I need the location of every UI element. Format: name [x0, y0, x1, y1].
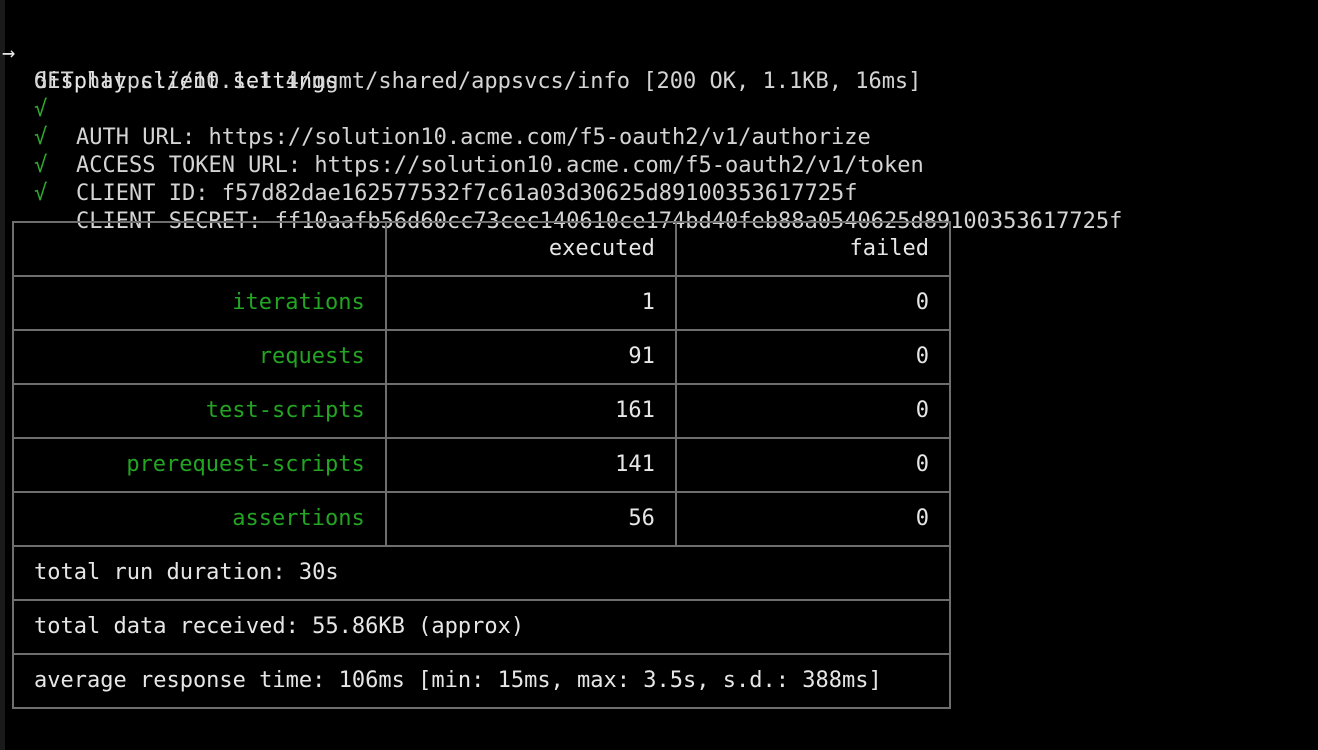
total-run-duration-row: total run duration: 30s: [12, 545, 951, 601]
table-row: test-scripts 161 0: [12, 383, 952, 439]
table-row: iterations 1 0: [12, 275, 952, 331]
row-label: prerequest-scripts: [12, 437, 387, 493]
request-line: GET https://10.1.1.4/mgmt/shared/appsvcs…: [0, 40, 921, 94]
executed-value: 91: [384, 329, 677, 385]
table-header-row: executed failed: [12, 221, 952, 277]
check-client-id: CLIENT ID: f57d82dae162577532f7c61a03d30…: [76, 181, 858, 206]
row-label: test-scripts: [12, 383, 387, 439]
command-line: → display client settings: [0, 12, 339, 94]
table-row: requests 91 0: [12, 329, 952, 385]
row-label: requests: [12, 329, 387, 385]
check-line: √ ACCESS TOKEN URL: https://solution10.a…: [0, 96, 924, 178]
executed-value: 161: [384, 383, 677, 439]
check-line: √ CLIENT SECRET: ff10aafb56d60cc73cec140…: [0, 152, 1122, 234]
failed-value: 0: [674, 491, 952, 547]
executed-value: 56: [384, 491, 677, 547]
average-response-time-row: average response time: 106ms [min: 15ms,…: [12, 653, 951, 709]
total-data-received-row: total data received: 55.86KB (approx): [12, 599, 951, 655]
failed-value: 0: [674, 383, 952, 439]
failed-value: 0: [674, 437, 952, 493]
total-run-duration: total run duration: 30s: [12, 545, 951, 601]
run-summary-table: executed failed iterations 1 0 requests …: [12, 221, 952, 709]
row-label: assertions: [12, 491, 387, 547]
table-row: prerequest-scripts 141 0: [12, 437, 952, 493]
header-executed: executed: [384, 221, 677, 277]
row-label: iterations: [12, 275, 387, 331]
header-failed: failed: [674, 221, 952, 277]
check-line: √ AUTH URL: https://solution10.acme.com/…: [0, 68, 871, 150]
failed-value: 0: [674, 329, 952, 385]
executed-value: 141: [384, 437, 677, 493]
header-empty-cell: [12, 221, 387, 277]
total-data-received: total data received: 55.86KB (approx): [12, 599, 951, 655]
failed-value: 0: [674, 275, 952, 331]
check-line: √ CLIENT ID: f57d82dae162577532f7c61a03d…: [0, 124, 857, 206]
check-access-token-url: ACCESS TOKEN URL: https://solution10.acm…: [76, 153, 924, 178]
average-response-time: average response time: 106ms [min: 15ms,…: [12, 653, 951, 709]
request-text: GET https://10.1.1.4/mgmt/shared/appsvcs…: [34, 69, 922, 94]
check-auth-url: AUTH URL: https://solution10.acme.com/f5…: [76, 125, 871, 150]
executed-value: 1: [384, 275, 677, 331]
checkmark-icon: √: [34, 181, 48, 206]
table-row: assertions 56 0: [12, 491, 952, 547]
